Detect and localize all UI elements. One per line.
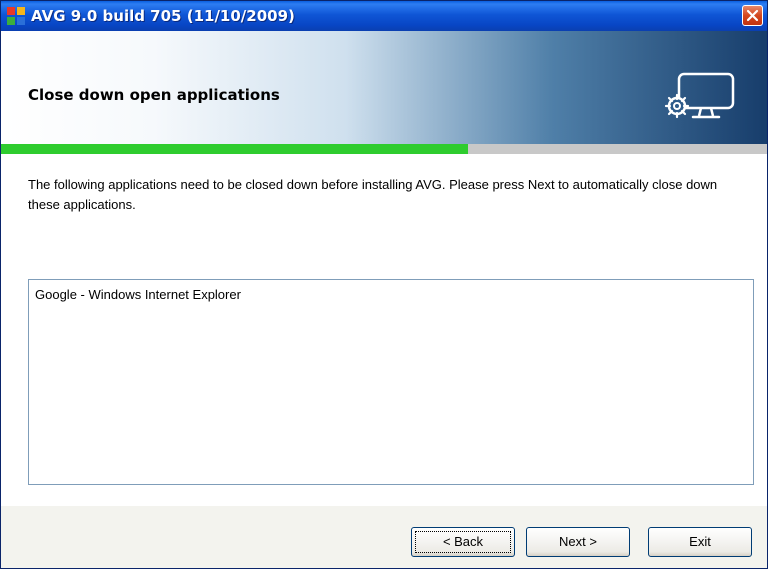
back-button[interactable]: < Back bbox=[411, 527, 515, 557]
close-button[interactable] bbox=[742, 5, 763, 26]
next-button[interactable]: Next > bbox=[526, 527, 630, 557]
exit-button[interactable]: Exit bbox=[648, 527, 752, 557]
installer-window: AVG 9.0 build 705 (11/10/2009) Close dow… bbox=[0, 0, 768, 569]
button-bar: < Back Next > Exit bbox=[1, 506, 767, 568]
page-header: Close down open applications bbox=[1, 31, 767, 144]
avg-logo-icon bbox=[7, 7, 25, 25]
computer-settings-icon bbox=[664, 72, 735, 119]
next-button-label: Next > bbox=[559, 534, 597, 549]
title-bar[interactable]: AVG 9.0 build 705 (11/10/2009) bbox=[1, 1, 767, 31]
progress-bar-fill bbox=[1, 144, 469, 154]
window-title: AVG 9.0 build 705 (11/10/2009) bbox=[31, 7, 295, 25]
page-title: Close down open applications bbox=[28, 86, 280, 104]
back-button-label: < Back bbox=[442, 534, 484, 549]
close-icon bbox=[746, 9, 759, 22]
progress-bar bbox=[1, 144, 767, 154]
exit-button-label: Exit bbox=[689, 534, 711, 549]
list-item[interactable]: Google - Windows Internet Explorer bbox=[35, 287, 241, 302]
applications-list[interactable]: Google - Windows Internet Explorer bbox=[28, 279, 754, 485]
instructions-text: The following applications need to be cl… bbox=[28, 177, 718, 212]
content-area: The following applications need to be cl… bbox=[1, 154, 767, 506]
